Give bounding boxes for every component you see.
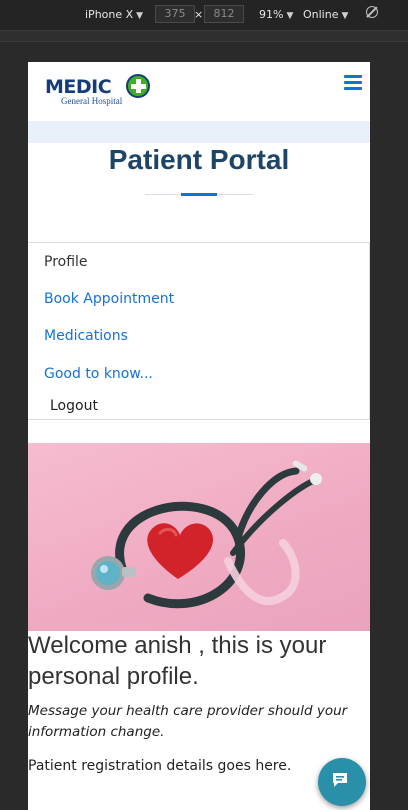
page-title: Patient Portal [108,144,290,175]
network-caret-icon: ▼ [341,11,349,21]
devtools-device-toolbar: iPhone X ▼ 375 × 812 91% ▼ Online ▼ [0,0,408,30]
header-band [28,121,370,143]
device-caret-icon: ▼ [136,11,144,21]
stethoscope-illustration [91,460,322,609]
viewport-height-input[interactable]: 812 [204,5,244,23]
update-notice: Message your health care provider should… [28,703,348,740]
network-throttle-selector[interactable]: Online ▼ [303,8,348,21]
nav-item-medications[interactable]: Medications [44,328,128,344]
nav-item-book-appointment[interactable]: Book Appointment [44,291,174,307]
logout-button[interactable]: Logout [50,398,98,414]
medical-cross-icon [126,74,150,98]
devtools-ruler-strip [0,30,408,42]
logo-subtitle: General Hospital [61,96,123,106]
zoom-value: 91% [259,8,284,21]
welcome-message: Welcome anish , this is your personal pr… [28,632,327,690]
device-name: iPhone X [85,8,134,21]
dimension-separator: × [194,8,204,21]
registration-details: Patient registration details goes here. [28,758,292,774]
rotate-icon[interactable] [366,6,378,18]
mobile-viewport: MEDIC General Hospital Patient Portal Pr… [28,62,370,810]
profile-nav-menu: Profile Book Appointment Medications Goo… [28,242,370,420]
zoom-selector[interactable]: 91% ▼ [259,8,293,21]
chat-button[interactable] [318,758,366,806]
logo-name: MEDIC [45,76,112,98]
nav-item-profile[interactable]: Profile [44,254,88,270]
device-selector[interactable]: iPhone X ▼ [85,8,143,21]
hamburger-menu-icon[interactable] [344,75,362,90]
nav-item-good-to-know[interactable]: Good to know... [44,366,153,382]
viewport-width-input[interactable]: 375 [155,5,195,23]
zoom-caret-icon: ▼ [286,11,294,21]
title-accent-bar [181,193,217,196]
network-value: Online [303,8,339,21]
site-header: MEDIC General Hospital [28,62,370,120]
chat-bubble-icon [333,773,347,787]
stethoscope-heart-image [28,443,370,631]
hospital-logo[interactable]: MEDIC General Hospital [45,74,155,108]
